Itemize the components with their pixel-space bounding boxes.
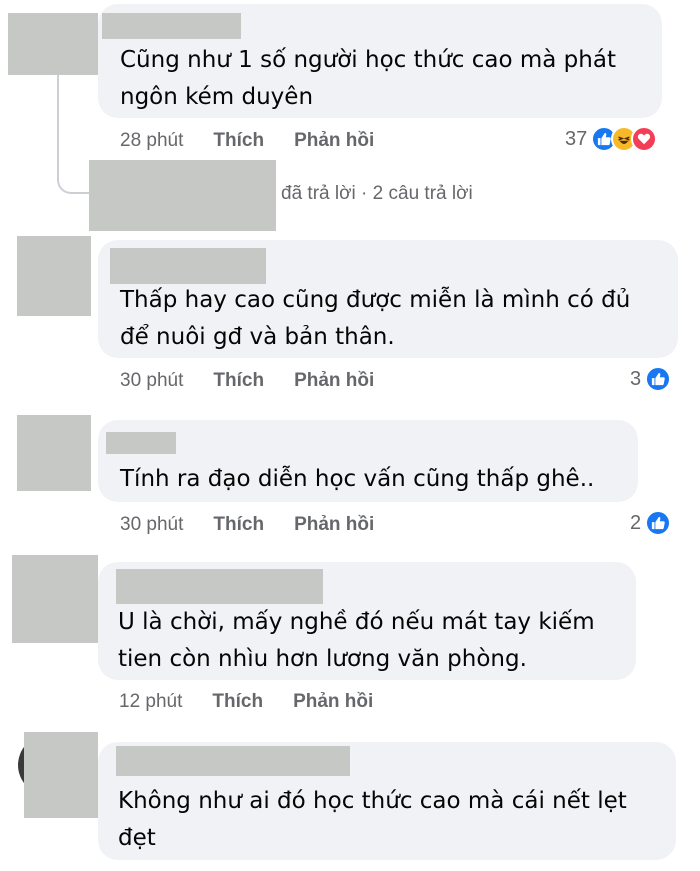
like-icon: [645, 510, 672, 536]
comment-text: Tính ra đạo diễn học vấn cũng thấp ghê..: [120, 466, 595, 492]
reaction-count: 3: [630, 367, 642, 390]
reaction-count: 37: [565, 127, 588, 150]
comment-meta: 30 phút Thích Phản hồi: [120, 514, 374, 536]
reply-button[interactable]: Phản hồi: [293, 691, 373, 713]
comment-text: Không như ai đó học thức cao mà cái nết …: [118, 788, 627, 851]
comment-time[interactable]: 30 phút: [120, 514, 183, 536]
reply-button[interactable]: Phản hồi: [294, 130, 374, 152]
reply-button[interactable]: Phản hồi: [294, 370, 374, 392]
comment-time[interactable]: 28 phút: [120, 130, 183, 152]
commenter-name-redacted[interactable]: [116, 569, 323, 604]
comment-time[interactable]: 12 phút: [119, 691, 182, 713]
like-button[interactable]: Thích: [213, 514, 264, 536]
commenter-name-redacted[interactable]: [110, 248, 266, 284]
avatar[interactable]: [24, 732, 98, 818]
like-button[interactable]: Thích: [212, 691, 263, 713]
commenter-name-redacted[interactable]: [106, 432, 176, 454]
thread-connector: [57, 75, 91, 194]
comment-text: U là chời, mấy nghề đó nếu mát tay kiếm …: [118, 609, 595, 672]
commenter-name-redacted[interactable]: [102, 13, 241, 39]
avatar[interactable]: [12, 555, 98, 643]
comment-text: Thấp hay cao cũng được miễn là mình có đ…: [120, 287, 631, 350]
comment-meta: 30 phút Thích Phản hồi: [120, 370, 374, 392]
like-button[interactable]: Thích: [213, 370, 264, 392]
reply-button[interactable]: Phản hồi: [294, 514, 374, 536]
avatar[interactable]: [17, 236, 91, 316]
view-replies-link[interactable]: đã trả lời · 2 câu trả lời: [281, 183, 473, 205]
reaction-summary[interactable]: 37: [565, 126, 658, 152]
comment-meta: 28 phút Thích Phản hồi: [120, 130, 374, 152]
reaction-summary[interactable]: 2: [630, 510, 672, 536]
avatar[interactable]: [8, 13, 98, 75]
like-button[interactable]: Thích: [213, 130, 264, 152]
avatar[interactable]: [17, 415, 91, 491]
reply-avatar-redacted[interactable]: [89, 160, 276, 231]
reaction-count: 2: [630, 511, 642, 534]
like-icon: [645, 366, 672, 392]
comment-text: Cũng như 1 số người học thức cao mà phát…: [120, 47, 616, 110]
comment-time[interactable]: 30 phút: [120, 370, 183, 392]
reaction-summary[interactable]: 3: [630, 366, 672, 392]
comment-meta: 12 phút Thích Phản hồi: [119, 691, 373, 713]
love-icon: [631, 126, 658, 152]
commenter-name-redacted[interactable]: [116, 746, 350, 776]
